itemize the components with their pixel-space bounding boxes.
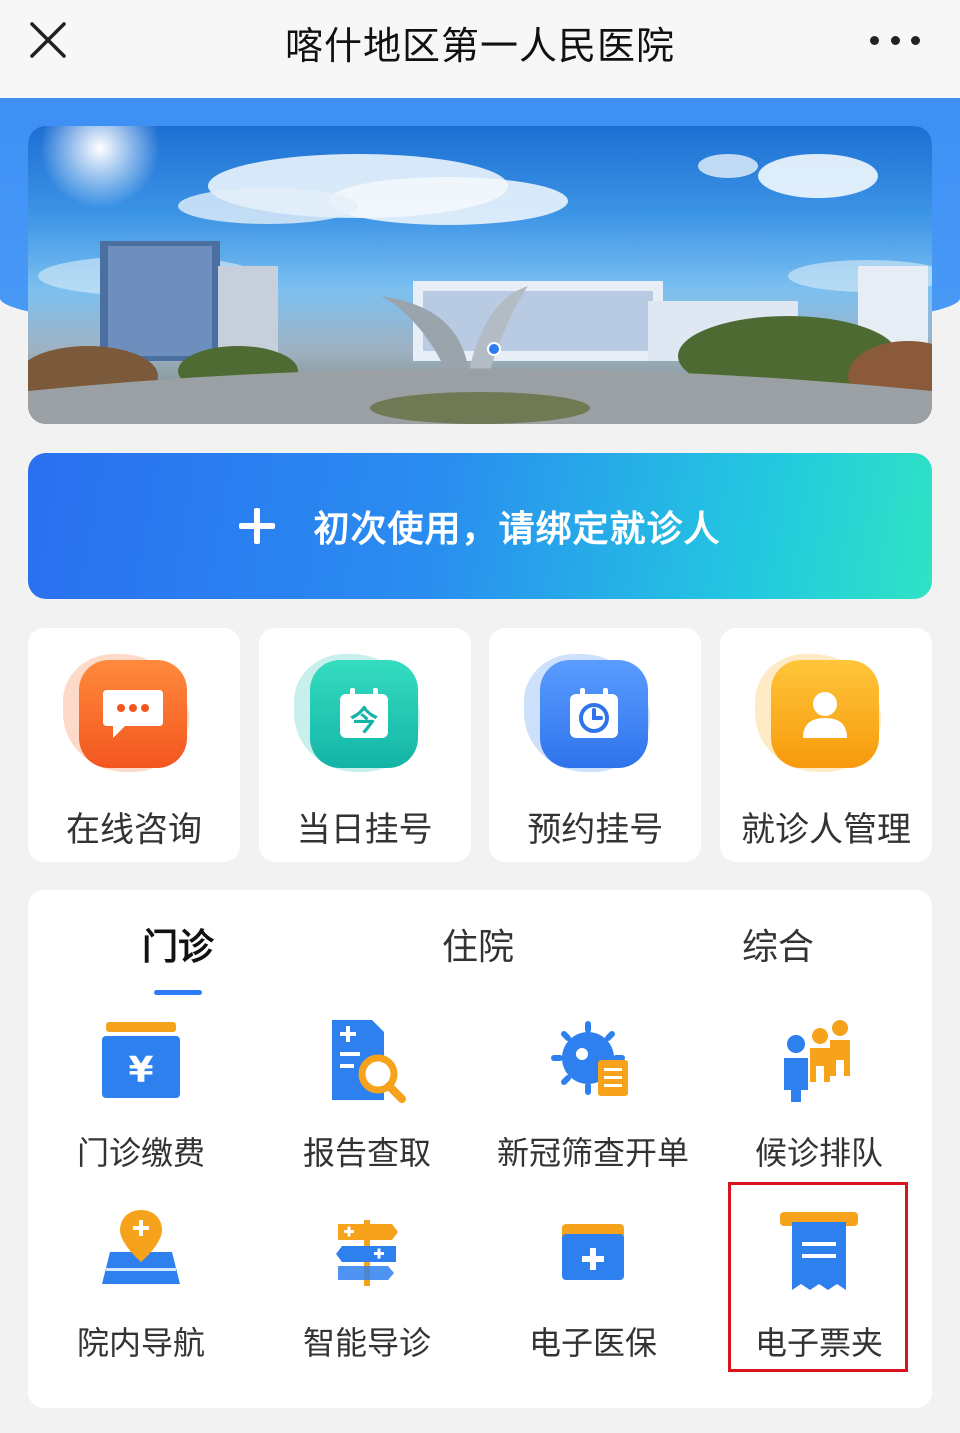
yuan-payment-icon: ¥ xyxy=(102,1022,180,1098)
map-pin-icon xyxy=(102,1210,180,1284)
service-e-medical-insurance[interactable]: 电子医保 xyxy=(480,1206,706,1376)
service-waiting-queue[interactable]: 候诊排队 xyxy=(706,1016,932,1186)
service-label: 电子医保 xyxy=(528,1324,657,1362)
tab-general[interactable]: 综合 xyxy=(742,918,814,970)
quick-action-same-day-register[interactable]: 今 当日挂号 xyxy=(258,628,471,862)
calendar-clock-icon xyxy=(540,660,649,768)
service-label: 报告查取 xyxy=(302,1134,431,1172)
more-dots-icon[interactable] xyxy=(870,32,920,48)
quick-actions: 在线咨询 今 当日挂号 预约挂号 就诊人管理 xyxy=(28,628,932,862)
quick-action-label: 当日挂号 xyxy=(296,810,433,850)
receipt-icon xyxy=(780,1212,858,1290)
top-nav-bar: 喀什地区第一人民医院 xyxy=(0,0,960,98)
service-smart-triage[interactable]: 智能导诊 xyxy=(254,1206,480,1376)
quick-action-label: 在线咨询 xyxy=(66,810,202,850)
hospital-banner-image[interactable] xyxy=(28,126,932,424)
quick-action-label: 预约挂号 xyxy=(527,810,664,850)
service-covid-screening[interactable]: 新冠筛查开单 xyxy=(480,1016,706,1186)
quick-action-label: 就诊人管理 xyxy=(740,810,911,850)
signpost-icon xyxy=(336,1220,398,1286)
active-tab-indicator xyxy=(154,990,202,995)
service-label: 智能导诊 xyxy=(302,1324,431,1362)
service-label: 院内导航 xyxy=(76,1324,205,1362)
medical-card-icon xyxy=(562,1224,624,1280)
service-tabs: 门诊 住院 综合 xyxy=(28,890,932,1000)
services-panel: 门诊 住院 综合 ¥ 门诊缴费 报告查取 新冠筛查开单 候诊排队 院内导航 智能… xyxy=(28,890,932,1408)
svg-text:¥: ¥ xyxy=(128,1050,153,1091)
service-label: 电子票夹 xyxy=(754,1324,883,1362)
user-icon xyxy=(770,660,879,768)
chat-bubble-icon xyxy=(79,660,187,768)
report-search-icon xyxy=(332,1020,406,1103)
service-hospital-navigation[interactable]: 院内导航 xyxy=(28,1206,254,1376)
service-e-receipt-folder[interactable]: 电子票夹 xyxy=(706,1206,932,1376)
service-outpatient-payment[interactable]: ¥ 门诊缴费 xyxy=(28,1016,254,1186)
tab-outpatient[interactable]: 门诊 xyxy=(142,918,214,970)
virus-document-icon xyxy=(551,1021,628,1096)
quick-action-online-consult[interactable]: 在线咨询 xyxy=(28,628,240,862)
bind-patient-label: 初次使用，请绑定就诊人 xyxy=(313,509,721,550)
close-icon[interactable] xyxy=(28,20,68,60)
quick-action-appointment[interactable]: 预约挂号 xyxy=(489,628,702,862)
plus-icon xyxy=(239,508,276,544)
calendar-today-icon: 今 xyxy=(309,660,418,768)
page-title: 喀什地区第一人民医院 xyxy=(284,23,675,68)
svg-text:今: 今 xyxy=(350,704,378,737)
service-label: 新冠筛查开单 xyxy=(496,1134,689,1172)
carousel-indicator[interactable] xyxy=(487,342,501,356)
bind-patient-button[interactable]: 初次使用，请绑定就诊人 xyxy=(28,453,932,599)
service-label: 候诊排队 xyxy=(754,1134,883,1172)
tab-inpatient[interactable]: 住院 xyxy=(442,918,514,970)
service-report-query[interactable]: 报告查取 xyxy=(254,1016,480,1186)
service-label: 门诊缴费 xyxy=(76,1134,205,1172)
quick-action-patient-manage[interactable]: 就诊人管理 xyxy=(719,628,932,862)
queue-people-icon xyxy=(784,1020,850,1102)
